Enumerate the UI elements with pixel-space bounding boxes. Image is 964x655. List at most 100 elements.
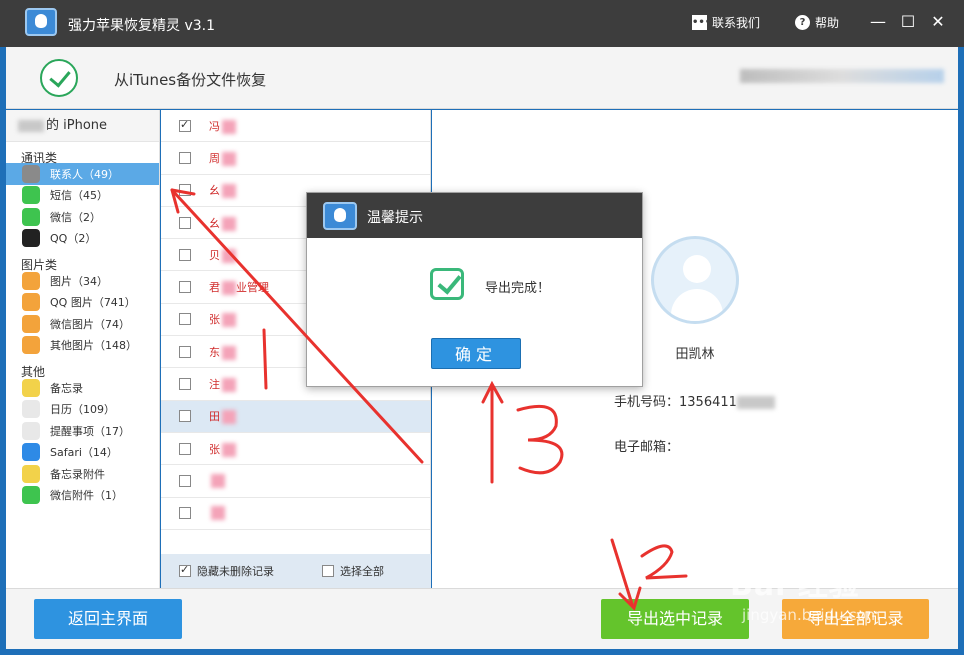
sidebar-item[interactable]: 提醒事项（17） — [6, 420, 159, 442]
row-checkbox[interactable] — [179, 151, 191, 164]
list-footer: 隐藏未删除记录 选择全部 — [161, 554, 431, 588]
maximize-button[interactable]: ☐ — [898, 12, 918, 32]
blurred-name — [222, 216, 236, 231]
blurred-name — [222, 248, 236, 263]
row-checkbox[interactable] — [179, 248, 191, 261]
back-home-button[interactable]: 返回主界面 — [34, 599, 182, 639]
device-name: 的 iPhone — [46, 118, 108, 133]
dialog-title: 温馨提示 — [367, 210, 423, 226]
table-row[interactable] — [161, 465, 430, 498]
row-name: 君 业管理 — [209, 279, 269, 296]
email-field: 电子邮箱： — [614, 436, 679, 455]
blurred-name — [211, 506, 225, 521]
blurred-device-owner — [18, 119, 44, 132]
device-header[interactable]: 的 iPhone — [6, 110, 159, 142]
phone-label: 手机号码： — [614, 395, 680, 410]
sidebar-item-label: 短信（45） — [50, 189, 108, 203]
sidebar-item[interactable]: Safari（14） — [6, 442, 159, 464]
dialog-message: 导出完成！ — [485, 281, 551, 296]
contact-us-link[interactable]: ••• 联系我们 — [692, 14, 760, 31]
table-row[interactable]: 周 — [161, 142, 430, 175]
row-checkbox[interactable] — [179, 345, 191, 358]
help-link[interactable]: ? 帮助 — [795, 14, 839, 31]
sidebar-item[interactable]: QQ（2） — [6, 228, 159, 250]
row-name-text: 田 — [209, 410, 220, 424]
sidebar-item[interactable]: 其他图片（148） — [6, 335, 159, 357]
sidebar-item[interactable]: 图片（34） — [6, 270, 159, 292]
row-checkbox[interactable] — [179, 313, 191, 326]
row-name-text: 周 — [209, 151, 220, 165]
sidebar-item[interactable]: QQ 图片（741） — [6, 292, 159, 314]
row-checkbox[interactable] — [179, 118, 191, 132]
blurred-phone-digits — [736, 396, 775, 409]
phone-field: 手机号码：1356411 — [614, 391, 775, 410]
header-bar: 从iTunes备份文件恢复 — [6, 47, 958, 109]
table-row[interactable]: 张 — [161, 433, 430, 466]
row-checkbox[interactable] — [179, 442, 191, 455]
row-checkbox[interactable] — [179, 281, 191, 294]
hide-undeleted-checkbox[interactable] — [179, 563, 191, 577]
sidebar-category: 图片类 — [21, 258, 58, 272]
table-row[interactable] — [161, 498, 430, 530]
notes-attachment-icon — [22, 464, 40, 483]
blurred-name — [222, 281, 236, 296]
contact-name-text: 田凯林 — [675, 347, 715, 362]
table-row[interactable]: 冯 — [161, 110, 430, 143]
sidebar-item-label: 备忘录 — [50, 381, 83, 395]
sidebar: 的 iPhone 通讯类 联系人（49） 短信（45） 微信（2） QQ（2） 图片类 图片… — [6, 110, 160, 588]
app-title: 强力苹果恢复精灵 v3.1 — [68, 18, 215, 34]
row-name-text: 冯 — [209, 119, 220, 133]
row-name-text: 张 — [209, 442, 220, 456]
table-row[interactable]: 田 — [161, 400, 430, 433]
check-logo-icon — [40, 59, 78, 97]
dialog-ok-button[interactable]: 确定 — [431, 338, 521, 369]
sidebar-item[interactable]: 联系人（49） — [6, 163, 159, 185]
export-selected-button[interactable]: 导出选中记录 — [601, 599, 749, 639]
phone-value: 1356411 — [679, 395, 737, 410]
row-name: 田 — [209, 408, 236, 425]
row-name-text: 东 — [209, 345, 220, 359]
sidebar-item-label: 微信图片（74） — [50, 317, 130, 331]
row-checkbox[interactable] — [179, 378, 191, 391]
success-check-icon — [430, 268, 464, 300]
blurred-name — [222, 151, 236, 166]
minimize-button[interactable]: — — [868, 12, 888, 32]
sidebar-item[interactable]: 微信附件（1） — [6, 485, 159, 507]
row-name: 贝 — [209, 247, 236, 263]
wechat-photos-icon — [22, 314, 40, 333]
photos-icon — [22, 271, 40, 290]
messages-icon — [22, 186, 40, 205]
sidebar-item[interactable]: 备忘录附件 — [6, 463, 159, 485]
sidebar-item[interactable]: 日历（109） — [6, 399, 159, 421]
sidebar-item-label: 提醒事项（17） — [50, 424, 130, 438]
qq-icon — [22, 229, 40, 248]
row-name-text: 幺 — [209, 184, 220, 198]
row-name — [209, 506, 225, 521]
sidebar-item[interactable]: 短信（45） — [6, 185, 159, 207]
row-name: 周 — [209, 150, 236, 166]
help-icon: ? — [795, 15, 810, 30]
select-all-label: 选择全部 — [340, 565, 384, 578]
row-checkbox[interactable] — [179, 216, 191, 229]
sidebar-item-label: QQ 图片（741） — [50, 296, 136, 310]
row-checkbox[interactable] — [179, 184, 191, 197]
close-button[interactable]: ✕ — [928, 12, 948, 32]
row-name-text: 幺 — [209, 216, 220, 230]
sidebar-item[interactable]: 备忘录 — [6, 377, 159, 399]
sidebar-item[interactable]: 微信图片（74） — [6, 313, 159, 335]
sidebar-item-label: 备忘录附件 — [50, 467, 105, 481]
wechat-attachment-icon — [22, 486, 40, 505]
calendar-icon — [22, 400, 40, 419]
select-all-checkbox[interactable] — [322, 565, 334, 577]
row-name: 幺 — [209, 182, 236, 199]
row-name: 张 — [209, 311, 236, 328]
row-checkbox[interactable] — [179, 474, 191, 487]
row-name: 幺 — [209, 215, 236, 231]
row-checkbox[interactable] — [179, 410, 191, 423]
blurred-name — [222, 313, 236, 328]
blurred-name — [222, 442, 236, 457]
row-checkbox[interactable] — [179, 507, 191, 520]
sidebar-item[interactable]: 微信（2） — [6, 206, 159, 228]
reminders-icon — [22, 421, 40, 440]
sidebar-item-label: 图片（34） — [50, 274, 108, 288]
